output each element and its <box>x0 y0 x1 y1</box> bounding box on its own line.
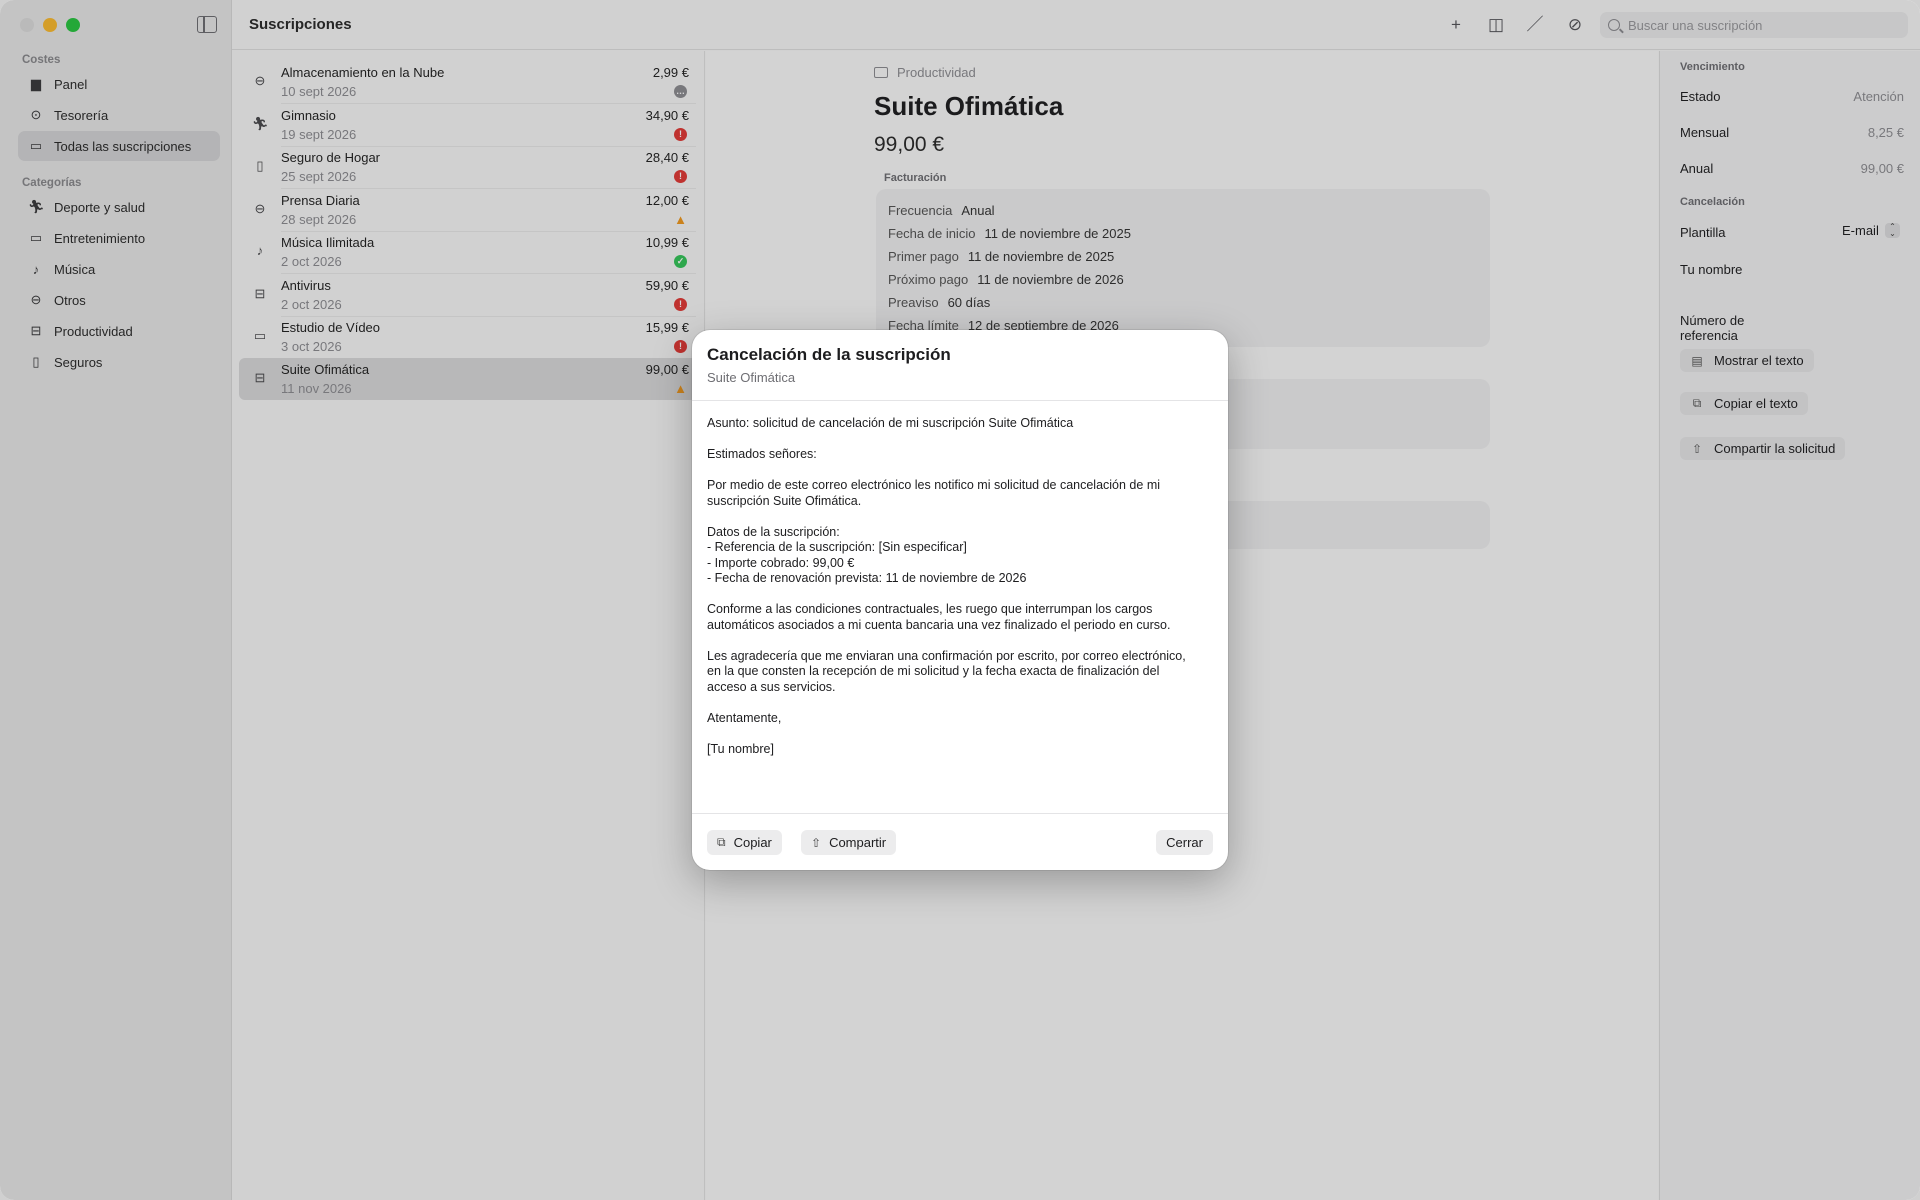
app-window: Costes ▆ Panel ⊙ Tesorería ▭ Todas las s… <box>0 0 1920 1200</box>
share-button[interactable]: ⇧ Compartir <box>801 830 897 855</box>
copy-button-label: Copiar <box>733 835 772 850</box>
close-button-label: Cerrar <box>1166 835 1203 850</box>
share-icon: ⇧ <box>811 835 822 850</box>
cancellation-dialog: Cancelación de la suscripción Suite Ofim… <box>692 330 1228 870</box>
divider <box>692 400 1228 401</box>
share-button-label: Compartir <box>829 835 887 850</box>
divider <box>692 813 1228 814</box>
dialog-subtitle: Suite Ofimática <box>707 370 796 385</box>
dialog-title: Cancelación de la suscripción <box>707 345 951 364</box>
copy-button[interactable]: ⧉ Copiar <box>707 830 782 855</box>
close-button[interactable]: Cerrar <box>1156 830 1213 855</box>
copy-icon: ⧉ <box>717 835 726 849</box>
cancellation-letter-text[interactable]: Asunto: solicitud de cancelación de mi s… <box>707 416 1217 757</box>
